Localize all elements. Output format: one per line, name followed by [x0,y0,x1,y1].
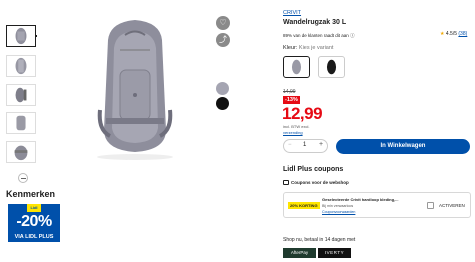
product-title: Wandelrugzak 30 L [283,19,347,26]
quantity-stepper[interactable]: − 1 + [283,139,328,153]
badge-percentage: -20% [16,213,52,230]
coupon-title: Geselecteerde Crivit hardloop kleding,..… [322,197,399,202]
lidl-plus-badge: Lidl Plus -20% VIA LIDL PLUS [8,204,60,242]
thumbnail-3[interactable] [6,84,36,106]
star-icon: ★ [440,31,445,37]
variant-grey[interactable] [283,56,310,78]
selected-indicator [35,35,37,37]
main-product-image[interactable] [70,10,200,160]
add-to-cart-button[interactable]: In Winkelwagen [336,139,470,154]
rating[interactable]: ★ 4.5/5 (38) [440,31,467,37]
coupon-card: 20% KORTING Geselecteerde Crivit hardloo… [283,192,471,218]
badge-via-text: VIA LIDL PLUS [14,234,54,240]
coupons-subheading: Coupons voor de webshop [283,180,349,186]
coupon-condition: Bij min verwaarloos [322,204,354,208]
rating-count[interactable]: (38) [458,31,467,37]
thumbnail-4[interactable] [6,112,36,134]
share-icon[interactable]: ⤴ [216,33,230,47]
quantity-increase[interactable]: + [319,141,323,148]
color-swatch-grey[interactable] [216,82,229,95]
rating-value: 4.5/5 [445,31,457,37]
thumbnail-2[interactable] [6,55,36,77]
kenmerken-heading: Kenmerken [6,189,56,199]
coupon-tag: 20% KORTING [288,202,320,209]
afterpay-logo: AfterPay [283,248,316,258]
thumbnail-5[interactable] [6,141,36,163]
thumbnail-1[interactable] [6,25,36,47]
recommend-text: 89% van de klanten raadt dit aan ⓘ [283,33,355,38]
quantity-decrease[interactable]: − [288,142,292,148]
current-price: 12,99 [282,104,323,123]
brand-link[interactable]: CRIVIT [283,10,301,16]
payment-label: Shop nu, betaal in 14 dagen met [283,237,356,243]
coupons-heading: Lidl Plus coupons [283,166,344,173]
coupon-terms-link[interactable]: Couponvoorwaarden [322,210,355,214]
vat-text: incl. BTW excl. [283,124,310,129]
variant-black[interactable] [318,56,345,78]
heart-icon[interactable]: ♡ [216,16,230,30]
coupon-icon [283,180,289,186]
iverty-logo: IVERTY [318,248,351,258]
activate-label[interactable]: ACTIVEREN [439,203,465,208]
thumbnails-scroll-button[interactable] [18,173,28,183]
color-label: Kleur: Kies je variant [283,45,334,51]
shipping-link[interactable]: verzending [283,130,303,135]
lidl-plus-logo: Lidl Plus [27,204,41,218]
discount-badge: -13% [283,96,300,104]
color-swatch-black[interactable] [216,97,229,110]
info-icon[interactable]: ⓘ [350,33,355,38]
old-price: 14,99 [283,89,296,95]
quantity-value[interactable]: 1 [303,142,306,148]
activate-checkbox[interactable] [427,202,434,209]
